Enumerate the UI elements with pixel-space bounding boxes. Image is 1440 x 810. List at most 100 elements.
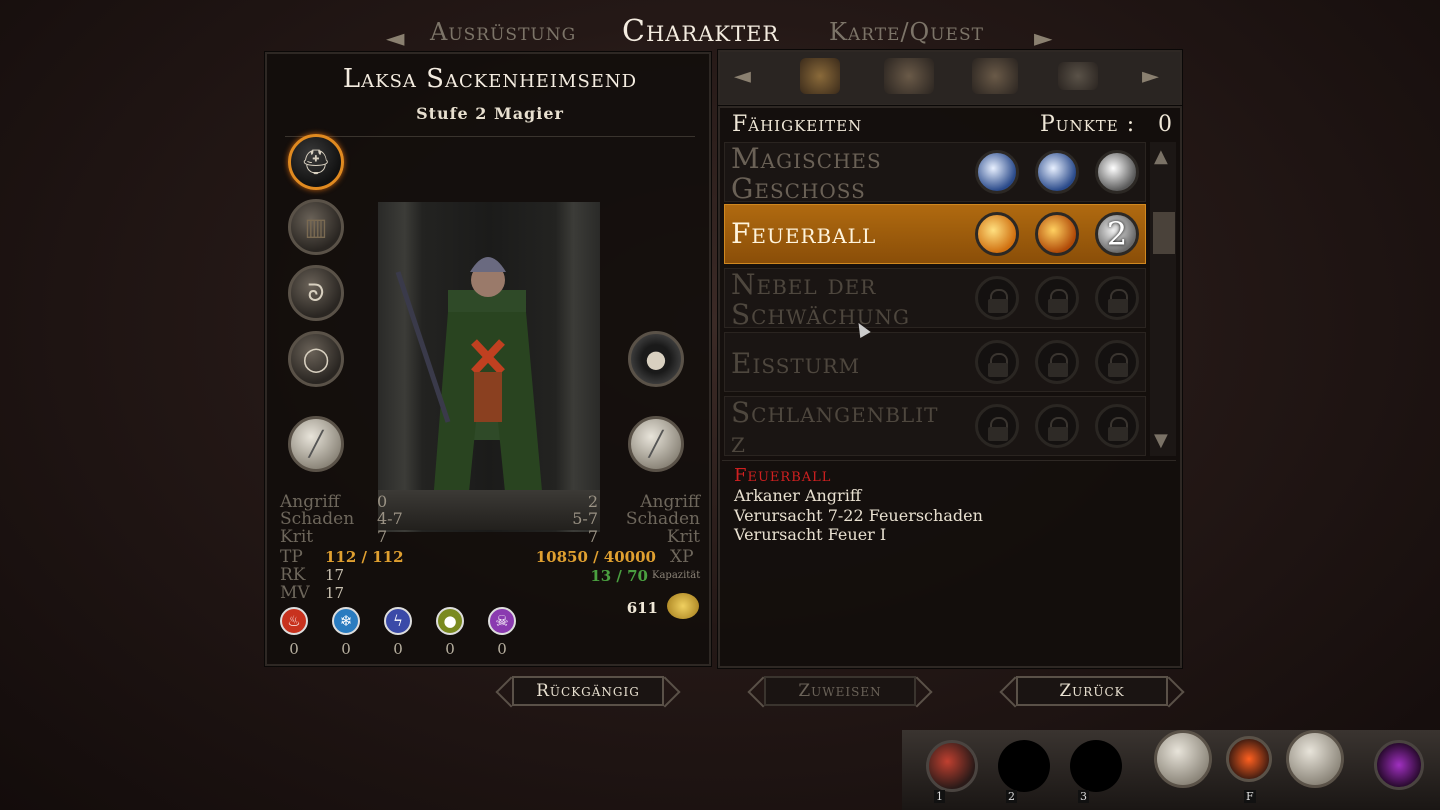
- fire-resistance-value: 0: [289, 640, 299, 658]
- scrollbar-thumb[interactable]: [1153, 212, 1175, 254]
- xp-value: 10850 / 40000: [535, 548, 656, 566]
- scroll-down-arrow[interactable]: ▼: [1154, 430, 1168, 451]
- skills-scrollbar[interactable]: [1150, 142, 1176, 456]
- hotbar-fire-skill-slot[interactable]: [1226, 736, 1272, 782]
- skill-rank-badge: 2: [1106, 215, 1128, 253]
- feather-icon[interactable]: [1058, 62, 1098, 90]
- skill-row-schlangenblitz[interactable]: Schlangenblit z: [724, 396, 1146, 459]
- skill-row-magisches-geschoss[interactable]: Magisches Geschoss: [724, 142, 1146, 205]
- lock-icon: [1095, 276, 1139, 320]
- ring-icon: ◯: [302, 345, 330, 373]
- skill-name: Magisches Geschoss: [731, 142, 882, 205]
- hotbar-slot-1[interactable]: [926, 740, 978, 792]
- poison-resistance-value: 0: [445, 640, 455, 658]
- fireball-rank3-icon[interactable]: 2: [1095, 212, 1139, 256]
- gold-coins-icon: [667, 593, 699, 619]
- equip-slot-main-hand[interactable]: ╱: [288, 416, 344, 472]
- points-value: 0: [1158, 112, 1172, 137]
- skills-title: Fähigkeiten: [732, 112, 863, 137]
- magic-missile-rank1-icon[interactable]: [975, 150, 1019, 194]
- wand-icon: ╱: [648, 430, 664, 458]
- back-button[interactable]: Zurück: [1016, 676, 1168, 706]
- category-prev-arrow[interactable]: ◄: [734, 64, 751, 89]
- amulet-icon: ᘐ: [307, 279, 325, 307]
- hotbar-sprint-icon[interactable]: [1374, 740, 1424, 790]
- tree-plus-icon[interactable]: [884, 58, 934, 94]
- stat-label-crit-left: Krit: [280, 527, 314, 547]
- assign-button[interactable]: Zuweisen: [764, 676, 916, 706]
- tab-karte-quest[interactable]: Karte/Quest: [829, 18, 984, 46]
- scroll-up-arrow[interactable]: ▲: [1154, 146, 1168, 167]
- stat-value-damage-left: 4-7: [377, 509, 403, 528]
- character-model: [395, 257, 543, 512]
- skill-row-nebel-der-schwaechung[interactable]: Nebel der Schwächung: [724, 268, 1146, 330]
- description-line: Verursacht Feuer I: [734, 525, 887, 544]
- hotbar-slot-3[interactable]: [1070, 740, 1122, 792]
- mv-value: 17: [325, 584, 345, 602]
- description-line: Verursacht 7-22 Feuerschaden: [734, 506, 983, 525]
- skill-row-eissturm[interactable]: Eissturm: [724, 332, 1146, 392]
- hotbar-slot-2[interactable]: [998, 740, 1050, 792]
- hotbar-key-3: 3: [1078, 790, 1089, 803]
- tab-ausruestung[interactable]: Ausrüstung: [430, 18, 576, 46]
- nav-next-arrow[interactable]: ►: [1034, 24, 1052, 52]
- fireball-rank2-icon[interactable]: [1035, 212, 1079, 256]
- equip-slot-helmet[interactable]: ⛑: [288, 134, 344, 190]
- lock-icon: [975, 276, 1019, 320]
- frost-icon: ❄: [332, 607, 360, 635]
- rk-label: RK: [280, 565, 306, 585]
- equip-slot-shield[interactable]: ●: [628, 331, 684, 387]
- hotbar-key-1: 1: [934, 790, 945, 803]
- hotbar-key-f: F: [1244, 790, 1256, 803]
- hotbar-wand-slot[interactable]: [1286, 730, 1344, 788]
- stat-label-damage-left: Schaden: [280, 509, 355, 529]
- skill-name: Schlangenblit z: [731, 396, 939, 459]
- equip-slot-off-hand[interactable]: ╱: [628, 416, 684, 472]
- lock-icon: [1095, 340, 1139, 384]
- character-level-class: Stufe 2 Magier: [416, 104, 564, 123]
- lock-icon: [1035, 276, 1079, 320]
- staff-icon: ╱: [308, 430, 324, 458]
- skill-name: Feuerball: [731, 217, 877, 250]
- equip-slot-cloak[interactable]: ▥: [288, 199, 344, 255]
- equip-slot-amulet[interactable]: ᘐ: [288, 265, 344, 321]
- skill-row-feuerball[interactable]: Feuerball 2: [724, 204, 1146, 264]
- stat-value-crit-left: 7: [377, 527, 388, 546]
- nav-prev-arrow[interactable]: ◄: [386, 24, 404, 52]
- fist-icon[interactable]: [800, 58, 840, 94]
- stat-label-damage-right: Schaden: [625, 509, 700, 529]
- fireball-rank1-icon[interactable]: [975, 212, 1019, 256]
- equip-slot-ring[interactable]: ◯: [288, 331, 344, 387]
- lock-icon: [1035, 340, 1079, 384]
- lock-icon: [1035, 404, 1079, 448]
- tab-charakter[interactable]: Charakter: [622, 14, 779, 49]
- stat-value-crit-right: 7: [587, 527, 598, 546]
- helmet-icon: ⛑: [300, 148, 332, 176]
- lightning-resistance-value: 0: [393, 640, 403, 658]
- lock-icon: [975, 404, 1019, 448]
- category-next-arrow[interactable]: ►: [1142, 64, 1159, 89]
- stat-value-damage-right: 5-7: [572, 509, 598, 528]
- capacity-value: 13 / 70: [590, 567, 648, 585]
- lock-icon: [975, 340, 1019, 384]
- magic-missile-rank3-icon[interactable]: [1095, 150, 1139, 194]
- undo-button[interactable]: Rückgängig: [512, 676, 664, 706]
- divider: [285, 136, 695, 137]
- death-resistance-value: 0: [497, 640, 507, 658]
- lock-icon: [1095, 404, 1139, 448]
- hotbar-staff-slot[interactable]: [1154, 730, 1212, 788]
- mv-label: MV: [280, 583, 310, 603]
- fire-icon: ♨: [280, 607, 308, 635]
- gold-amount: 611: [626, 599, 658, 617]
- rk-value: 17: [325, 566, 345, 584]
- description-line: Arkaner Angriff: [734, 486, 862, 505]
- character-name: Laksa Sackenheimsend: [342, 64, 638, 94]
- cube-plus-icon[interactable]: [972, 58, 1018, 94]
- magic-missile-rank2-icon[interactable]: [1035, 150, 1079, 194]
- poison-icon: ●: [436, 607, 464, 635]
- frost-resistance-value: 0: [341, 640, 351, 658]
- divider: [722, 460, 1176, 461]
- shield-icon: ●: [645, 345, 667, 373]
- capacity-label: Kapazität: [652, 570, 701, 581]
- character-portrait-frame: [378, 202, 600, 532]
